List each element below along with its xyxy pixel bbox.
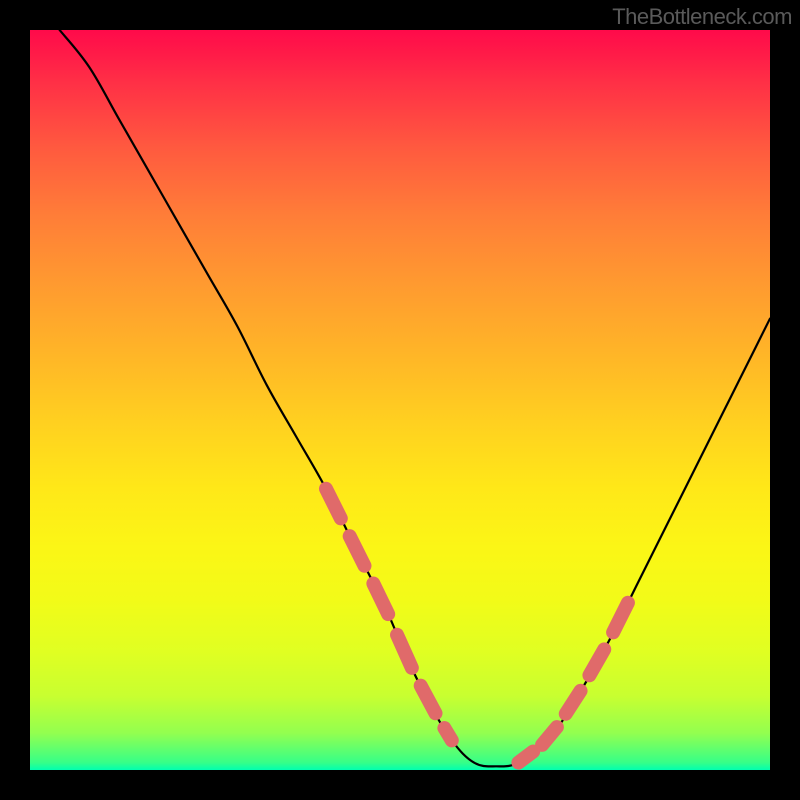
bottleneck-curve: [60, 30, 770, 766]
dotted-segment: [350, 536, 365, 566]
dotted-segment: [589, 649, 604, 675]
dotted-segment: [518, 752, 533, 763]
dotted-segment: [373, 584, 388, 615]
dotted-segment: [542, 727, 557, 745]
dotted-segment: [397, 635, 412, 668]
dotted-segment: [421, 686, 436, 714]
dotted-segment: [444, 728, 451, 740]
curve-svg: [30, 30, 770, 770]
chart-frame: TheBottleneck.com: [0, 0, 800, 800]
dotted-segment: [326, 489, 341, 519]
dotted-segment: [613, 603, 628, 633]
watermark-text: TheBottleneck.com: [612, 4, 792, 30]
dotted-segment: [566, 691, 581, 714]
plot-area: [30, 30, 770, 770]
